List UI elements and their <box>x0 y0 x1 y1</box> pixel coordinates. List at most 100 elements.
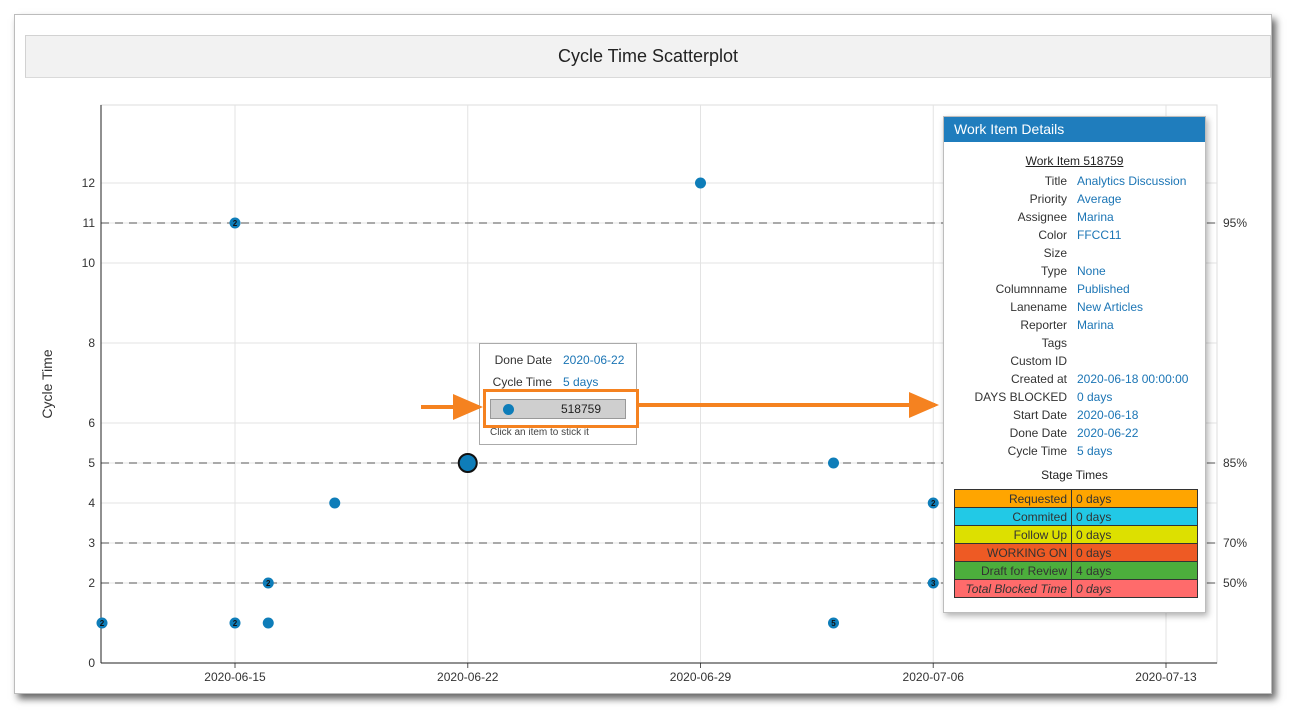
work-item-details-panel: Work Item Details Work Item 518759 Title… <box>943 116 1206 613</box>
tooltip-work-item-id: 518759 <box>560 402 601 416</box>
stage-name: WORKING ON <box>954 543 1072 562</box>
y-tick-label: 11 <box>83 216 96 230</box>
details-header: Work Item Details <box>944 117 1205 142</box>
y-tick-label: 8 <box>88 336 95 350</box>
details-field-label: Priority <box>1029 192 1067 206</box>
highlighted-data-point[interactable] <box>457 453 478 473</box>
stage-name: Commited <box>954 507 1072 526</box>
y-tick-label: 2 <box>88 576 95 590</box>
y-axis-title: Cycle Time <box>39 349 55 418</box>
details-field-value: Marina <box>1077 210 1114 224</box>
details-field-label: Size <box>1043 246 1067 260</box>
details-field-label: Color <box>1038 228 1067 242</box>
details-field-value: Published <box>1077 282 1130 296</box>
data-point-count: 2 <box>266 579 271 588</box>
details-field-value: 0 days <box>1077 390 1113 404</box>
details-field-value: Average <box>1077 192 1122 206</box>
stage-name: Total Blocked Time <box>954 579 1072 598</box>
details-field-value: Marina <box>1077 318 1114 332</box>
details-row: Title Analytics Discussion <box>944 174 1205 192</box>
details-field-label: Title <box>1044 174 1067 188</box>
y-tick-label: 5 <box>88 456 95 470</box>
tooltip-cycle-time-row: Cycle Time 5 days <box>480 375 638 393</box>
tooltip-done-date-label: Done Date <box>494 353 552 367</box>
stage-name: Requested <box>954 489 1072 508</box>
details-field-value: 2020-06-18 <box>1077 408 1139 422</box>
work-item-dot-icon <box>503 404 514 415</box>
percentile-label: 70% <box>1223 536 1247 550</box>
y-tick-label: 4 <box>88 496 95 510</box>
stage-value: 4 days <box>1071 561 1198 580</box>
stage-times-title: Stage Times <box>1041 468 1108 482</box>
details-field-value: New Articles <box>1077 300 1144 314</box>
stage-times-table: Requested 0 days Commited 0 days Follow Up 0 … <box>954 489 1198 598</box>
details-field-label: Lanename <box>1010 300 1067 314</box>
details-field-value: Analytics Discussion <box>1077 174 1187 188</box>
data-point[interactable] <box>828 457 839 469</box>
data-point[interactable] <box>329 497 341 509</box>
tooltip-done-date-value: 2020-06-22 <box>563 353 625 367</box>
stage-name: Follow Up <box>954 525 1072 544</box>
stage-row: Commited 0 days <box>954 507 1198 526</box>
tooltip-cycle-time-value: 5 days <box>563 375 599 389</box>
data-point[interactable] <box>262 617 274 629</box>
data-point-count: 3 <box>931 579 936 588</box>
details-row: Type None <box>944 264 1205 282</box>
details-field-label: Type <box>1040 264 1067 278</box>
data-point-count: 2 <box>100 619 105 628</box>
details-row: Lanename New Articles <box>944 300 1205 318</box>
details-field-label: Tags <box>1041 336 1067 350</box>
y-tick-label: 0 <box>88 656 95 670</box>
y-tick-label: 3 <box>88 536 95 550</box>
details-row: DAYS BLOCKED 0 days <box>944 390 1205 408</box>
details-row: Tags <box>944 336 1205 354</box>
percentile-label: 95% <box>1223 216 1247 230</box>
stage-row: WORKING ON 0 days <box>954 543 1198 562</box>
details-field-label: Created at <box>1010 372 1067 386</box>
details-field-value: None <box>1077 264 1106 278</box>
tooltip-done-date-row: Done Date 2020-06-22 <box>480 353 638 371</box>
details-row: Cycle Time 5 days <box>944 444 1205 462</box>
stage-row: Requested 0 days <box>954 489 1198 508</box>
x-tick-label: 2020-06-22 <box>437 670 499 684</box>
x-tick-label: 2020-06-29 <box>670 670 732 684</box>
data-point-count: 2 <box>233 219 238 228</box>
x-tick-label: 2020-07-13 <box>1135 670 1197 684</box>
data-point[interactable] <box>695 177 706 189</box>
work-item-link[interactable]: Work Item 518759 <box>944 154 1205 168</box>
tooltip-hint: Click an item to stick it <box>490 427 589 438</box>
percentile-label: 50% <box>1223 576 1247 590</box>
details-row: Size <box>944 246 1205 264</box>
y-tick-label: 6 <box>88 416 95 430</box>
x-tick-label: 2020-07-06 <box>903 670 965 684</box>
stage-value: 0 days <box>1071 489 1198 508</box>
details-field-label: Start Date <box>1012 408 1067 422</box>
details-field-label: Reporter <box>1020 318 1067 332</box>
stage-row: Follow Up 0 days <box>954 525 1198 544</box>
tooltip-cycle-time-label: Cycle Time <box>492 375 552 389</box>
percentile-label: 85% <box>1223 456 1247 470</box>
details-field-label: Done Date <box>1009 426 1067 440</box>
data-point-count: 2 <box>233 619 238 628</box>
stage-value: 0 days <box>1071 543 1198 562</box>
y-tick-label: 10 <box>82 256 96 270</box>
details-row: Reporter Marina <box>944 318 1205 336</box>
stage-value: 0 days <box>1071 525 1198 544</box>
x-tick-label: 2020-06-15 <box>204 670 266 684</box>
details-field-value: FFCC11 <box>1077 228 1122 242</box>
details-row: Priority Average <box>944 192 1205 210</box>
tooltip-work-item-button[interactable]: 518759 <box>490 399 626 419</box>
details-field-label: DAYS BLOCKED <box>974 390 1067 404</box>
details-field-label: Custom ID <box>1010 354 1067 368</box>
details-field-value: 5 days <box>1077 444 1113 458</box>
details-row: Start Date 2020-06-18 <box>944 408 1205 426</box>
stage-name: Draft for Review <box>954 561 1072 580</box>
data-point-count: 5 <box>831 619 836 628</box>
stage-value: 0 days <box>1071 507 1198 526</box>
details-row: Done Date 2020-06-22 <box>944 426 1205 444</box>
details-field-value: 2020-06-18 00:00:00 <box>1077 372 1189 386</box>
details-row: Created at 2020-06-18 00:00:00 <box>944 372 1205 390</box>
y-tick-label: 12 <box>82 176 96 190</box>
details-field-label: Cycle Time <box>1007 444 1067 458</box>
stage-value: 0 days <box>1071 579 1198 598</box>
